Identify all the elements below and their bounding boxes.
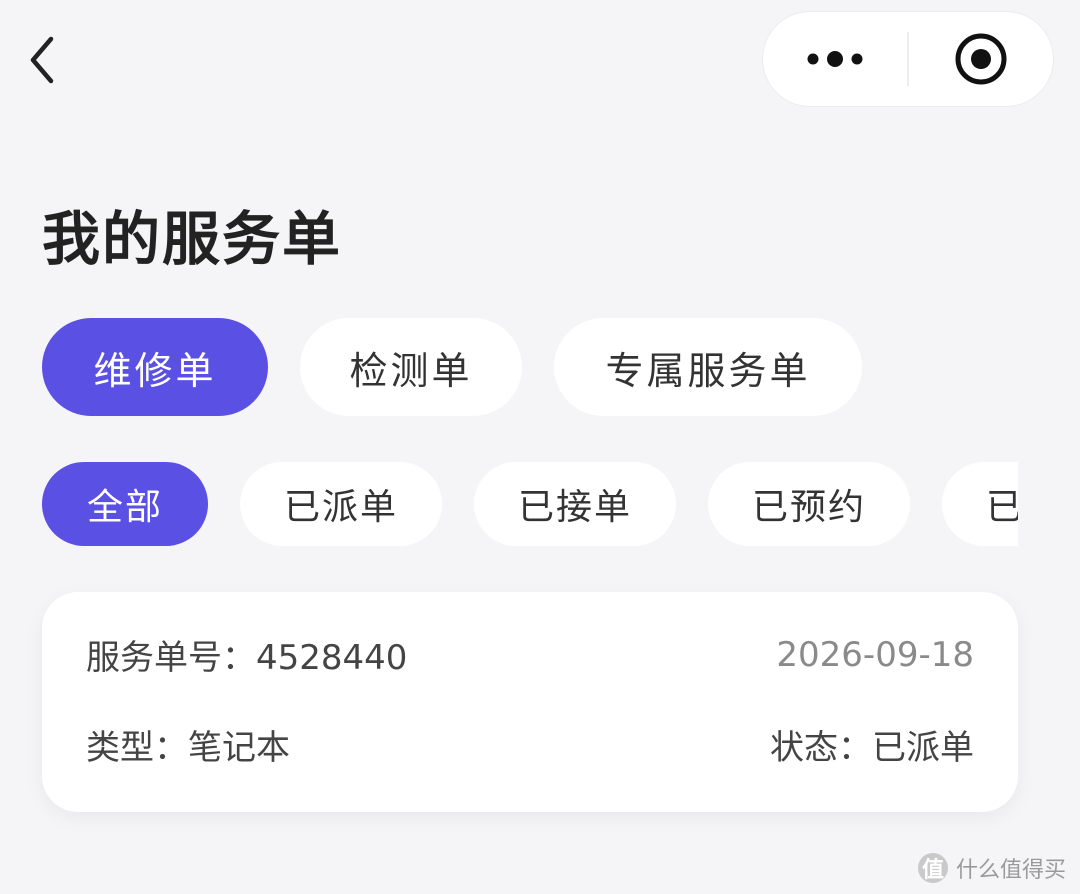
order-number-label: 服务单号： (86, 638, 256, 678)
tab-exclusive-service-order[interactable]: 专属服务单 (554, 318, 862, 416)
order-header-row: 服务单号：4528440 2026-09-18 (86, 630, 974, 679)
filter-accepted[interactable]: 已接单 (474, 462, 676, 546)
order-status: 状态：已派单 (770, 720, 974, 769)
order-type-label: 类型： (86, 728, 188, 768)
back-button[interactable] (22, 34, 62, 86)
filter-completed[interactable]: 已完成 (942, 462, 1018, 546)
order-type-value: 笔记本 (188, 728, 290, 768)
target-circle-icon (955, 33, 1007, 85)
category-tabs: 维修单 检测单 专属服务单 (42, 318, 862, 416)
more-dots-icon (807, 51, 863, 67)
miniprogram-capsule (763, 12, 1053, 106)
order-number-value: 4528440 (256, 638, 408, 678)
watermark-logo: 值 (917, 853, 948, 883)
more-button[interactable] (763, 12, 907, 106)
page-title: 我的服务单 (42, 205, 343, 273)
watermark-text: 什么值得买 (955, 858, 1066, 883)
status-filter-row: 全部 已派单 已接单 已预约 已完成 (42, 462, 1018, 546)
chevron-left-icon (30, 36, 54, 84)
filter-dispatched[interactable]: 已派单 (240, 462, 442, 546)
filter-scheduled[interactable]: 已预约 (708, 462, 910, 546)
status-filter-scroller[interactable]: 全部 已派单 已接单 已预约 已完成 (42, 462, 1018, 546)
service-order-card[interactable]: 服务单号：4528440 2026-09-18 类型：笔记本 状态：已派单 (42, 592, 1018, 812)
order-detail-row: 类型：笔记本 状态：已派单 (86, 720, 974, 769)
order-date: 2026-09-18 (776, 634, 974, 675)
tab-repair-order[interactable]: 维修单 (42, 318, 268, 416)
order-type: 类型：笔记本 (86, 720, 290, 769)
watermark: 值 什么值得买 (917, 852, 1066, 884)
close-miniprogram-button[interactable] (909, 12, 1053, 106)
tab-inspection-order[interactable]: 检测单 (300, 318, 522, 416)
order-status-value: 已派单 (872, 728, 974, 768)
order-number: 服务单号：4528440 (86, 630, 407, 679)
order-status-label: 状态： (770, 728, 872, 768)
filter-all[interactable]: 全部 (42, 462, 208, 546)
